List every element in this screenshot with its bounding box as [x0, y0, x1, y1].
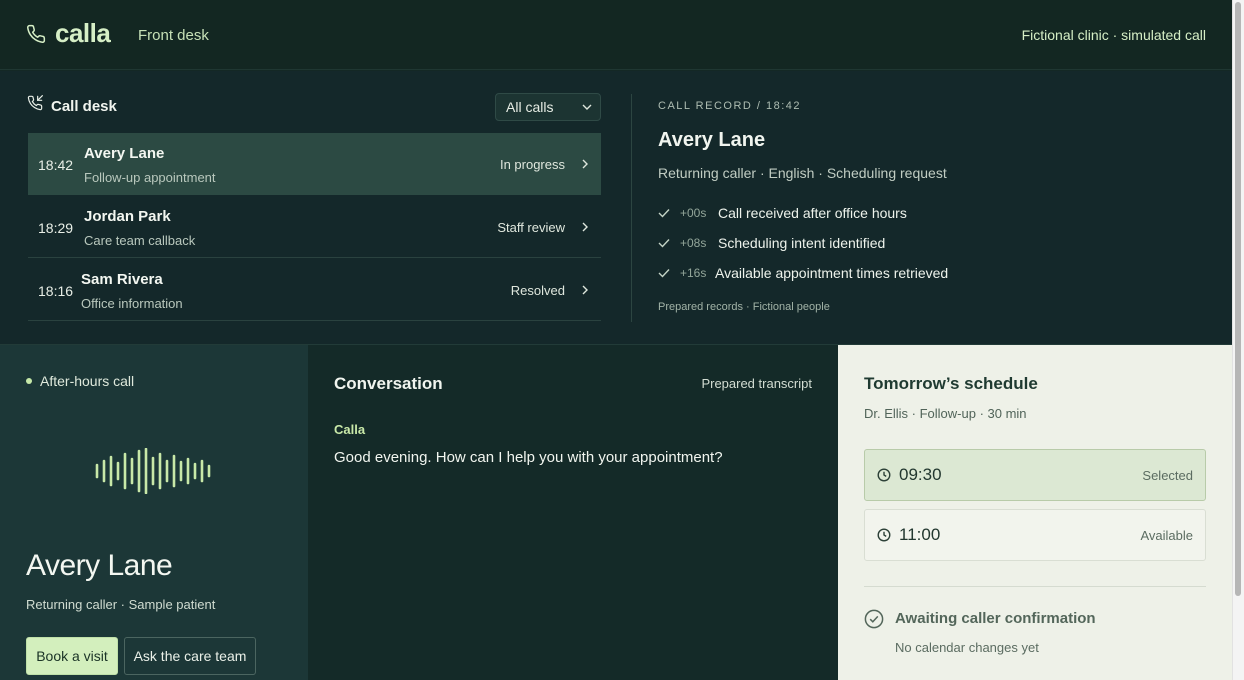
confirmation-subtitle: No calendar changes yet — [895, 640, 1039, 655]
event-offset: +16s — [680, 266, 707, 280]
conversation-panel: Conversation Prepared transcript Calla G… — [308, 345, 838, 680]
phone-incoming-icon — [27, 95, 43, 111]
slot-time: 11:00 — [899, 525, 941, 544]
transcript-note: Prepared transcript — [701, 376, 812, 391]
schedule-panel: Tomorrow’s schedule Dr. Ellis · Follow-u… — [838, 345, 1232, 680]
call-desk-section: Call desk All calls 18:42 Avery Lane Fol… — [0, 71, 1232, 345]
call-subject: Office information — [81, 296, 183, 311]
event-text: Available appointment times retrieved — [715, 265, 949, 281]
caller-name: Jordan Park — [84, 208, 171, 225]
caller-subtitle: Returning caller · Sample patient — [26, 597, 216, 612]
event-offset: +08s — [680, 236, 707, 250]
slot-time: 09:30 — [899, 465, 942, 484]
calls-filter-select[interactable]: All calls — [495, 93, 601, 121]
message-text: Good evening. How can I help you with yo… — [334, 449, 723, 466]
time-slot-1100[interactable]: 11:00 Available — [864, 509, 1206, 561]
check-icon — [658, 239, 670, 248]
slot-state: Selected — [1142, 468, 1193, 483]
call-time: 18:29 — [38, 220, 74, 236]
call-subject: Care team callback — [84, 233, 196, 248]
brand-logo[interactable]: calla — [55, 18, 111, 49]
call-status: Staff review — [497, 220, 565, 235]
caller-name: Sam Rivera — [81, 271, 163, 288]
event-text: Call received after office hours — [718, 205, 907, 221]
clock-icon — [877, 468, 891, 482]
call-status: Resolved — [510, 283, 565, 298]
phone-icon — [27, 24, 46, 43]
scrollbar-thumb[interactable] — [1235, 2, 1241, 596]
schedule-title: Tomorrow’s schedule — [864, 374, 1038, 393]
caller-name: Avery Lane — [84, 145, 165, 162]
record-meta: Returning caller · English · Scheduling … — [658, 165, 947, 181]
check-icon — [658, 269, 670, 278]
call-row-sam-rivera[interactable]: 18:16 Sam Rivera Office information Reso… — [28, 259, 601, 321]
time-slot-0930[interactable]: 09:30 Selected — [864, 449, 1206, 501]
chevron-down-icon — [582, 104, 592, 110]
speaker-label: Calla — [334, 422, 366, 437]
audio-wave-icon — [95, 448, 211, 494]
call-status-indicator: After-hours call — [26, 373, 134, 389]
call-desk-title: Call desk — [51, 98, 117, 115]
event-text: Scheduling intent identified — [718, 235, 886, 251]
section-divider — [631, 94, 632, 322]
chevron-right-icon — [582, 222, 588, 232]
call-row-avery-lane[interactable]: 18:42 Avery Lane Follow-up appointment I… — [28, 133, 601, 195]
record-caller-name: Avery Lane — [658, 129, 766, 151]
app-header: calla Front desk Fictional clinic · simu… — [0, 0, 1232, 70]
call-row-jordan-park[interactable]: 18:29 Jordan Park Care team callback Sta… — [28, 196, 601, 258]
status-dot — [26, 378, 32, 385]
schedule-subtitle: Dr. Ellis · Follow-up · 30 min — [864, 406, 1027, 421]
call-subject: Follow-up appointment — [84, 170, 216, 185]
call-time: 18:42 — [38, 157, 74, 173]
nav-front-desk[interactable]: Front desk — [138, 27, 209, 44]
chevron-right-icon — [582, 285, 588, 295]
header-note: Fictional clinic · simulated call — [1021, 27, 1206, 43]
chevron-right-icon — [582, 159, 588, 169]
check-icon — [658, 209, 670, 218]
conversation-title: Conversation — [334, 374, 443, 393]
slot-state: Available — [1140, 528, 1193, 543]
event-offset: +00s — [680, 206, 707, 220]
call-record-label: CALL RECORD / 18:42 — [658, 100, 802, 112]
voice-panel: After-hours call Avery Lane Returning ca… — [0, 345, 308, 680]
call-status-text: After-hours call — [40, 373, 135, 389]
ask-care-team-button[interactable]: Ask the care team — [124, 637, 256, 675]
filter-value: All calls — [506, 99, 554, 115]
call-status: In progress — [499, 157, 565, 172]
call-time: 18:16 — [38, 283, 74, 299]
clock-icon — [877, 528, 891, 542]
book-visit-button[interactable]: Book a visit — [26, 637, 118, 675]
circle-check-icon — [864, 609, 884, 629]
caller-display-name: Avery Lane — [26, 549, 173, 582]
confirmation-title: Awaiting caller confirmation — [895, 610, 1096, 627]
schedule-divider — [864, 586, 1206, 587]
record-footer: Prepared records · Fictional people — [658, 301, 830, 313]
